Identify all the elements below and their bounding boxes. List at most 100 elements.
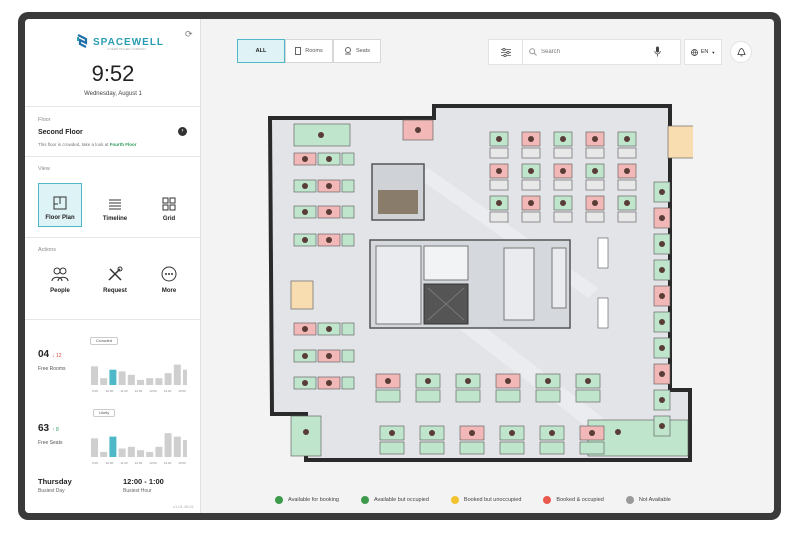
occupant-marker [624,136,630,142]
view-timeline-button[interactable]: Timeline [93,183,137,227]
seat[interactable] [455,389,481,403]
rooms-chart-svg: 9:00 10:00 11:00 12:00 13:00 14:00 15:00 [91,364,190,393]
seats-tick-label: 11:00 [120,461,128,465]
legend-swatch [625,496,634,504]
people-button[interactable]: People [40,266,80,294]
legend-item: Not Available [625,496,671,504]
desk[interactable] [553,211,573,223]
seat[interactable] [341,152,355,166]
actions-label: Actions [38,247,57,253]
desk[interactable] [617,179,637,191]
rooms-tick-label: 13:00 [149,389,157,393]
legend-swatch [275,496,283,504]
floor-section[interactable]: Floor Second Floor This floor is crowded… [25,107,201,157]
legend-item: Booked but unoccupied [450,496,521,504]
occupant-marker [385,378,391,384]
seat[interactable] [459,441,485,455]
seat[interactable] [379,441,405,455]
filter-button[interactable] [489,40,523,64]
occupant-marker [302,156,308,162]
table[interactable] [597,237,609,269]
tab-seats[interactable]: Seats [333,39,381,63]
desk[interactable] [617,211,637,223]
more-icon [161,266,177,282]
microphone-icon[interactable] [654,46,661,57]
occupant-marker [389,430,395,436]
occupant-marker [326,326,332,332]
desk[interactable] [585,179,605,191]
bell-icon [736,48,746,57]
seats-bar-chart: 9:00 10:00 11:00 12:00 13:00 14:00 15:00 [87,417,190,469]
desk[interactable] [585,211,605,223]
desk[interactable] [521,211,541,223]
more-button[interactable]: More [149,266,189,294]
seats-bar [118,448,126,457]
desk[interactable] [489,147,509,159]
seat[interactable] [495,389,521,403]
next-floor-icon[interactable]: › [178,127,187,136]
view-option-label: Timeline [102,216,128,222]
desk[interactable] [585,147,605,159]
seat[interactable] [341,205,355,219]
brand-tagline: A NEMETSCHEK COMPANY [107,47,147,51]
occupant-marker [318,132,324,138]
rooms-bar [109,369,117,385]
occupant-marker [585,378,591,384]
refresh-icon[interactable]: ⟳ [185,29,193,40]
seats-bar [109,436,117,457]
occupant-marker [659,241,665,247]
view-label: View [38,166,50,172]
filter-sliders-icon [500,47,511,57]
table[interactable] [597,297,609,329]
seat[interactable] [375,389,401,403]
view-floor-plan-button[interactable]: Floor Plan [38,183,82,227]
legend-item: Booked & occupied [543,496,604,504]
seat[interactable] [575,389,601,403]
seat[interactable] [539,441,565,455]
seat[interactable] [499,441,525,455]
seat[interactable] [415,389,441,403]
seat[interactable] [341,179,355,193]
busiest-day-value: Thursday [38,477,72,486]
occupant-marker [302,380,308,386]
occupant-marker [624,168,630,174]
free-seats-value: 63 ↑ 8 [38,423,59,434]
view-grid-button[interactable]: Grid [147,183,191,227]
rooms-bar [164,373,172,385]
meeting-room[interactable] [290,280,314,310]
desk[interactable] [553,147,573,159]
seat[interactable] [341,322,355,336]
tab-all[interactable]: ALL [237,39,285,63]
rooms-bar [183,369,190,385]
request-button[interactable]: Request [95,266,135,294]
occupant-marker [303,429,309,435]
notifications-button[interactable] [730,41,752,63]
tab-rooms[interactable]: Rooms [285,39,333,63]
alternate-floor-link[interactable]: Fourth Floor [110,142,137,147]
occupant-marker [505,378,511,384]
desk[interactable] [489,211,509,223]
meeting-room[interactable] [290,415,322,457]
search-input[interactable] [541,46,641,58]
seat[interactable] [341,349,355,363]
desk[interactable] [617,147,637,159]
occupant-marker [659,423,665,429]
meeting-room[interactable] [667,125,693,159]
desk[interactable] [521,179,541,191]
view-section: View Floor Plan Timeline Grid [25,157,201,238]
language-selector[interactable]: EN ▼ [684,39,722,65]
desk[interactable] [521,147,541,159]
seat[interactable] [341,376,355,390]
seats-tick-label: 10:00 [106,461,114,465]
seat[interactable] [579,441,605,455]
rooms-tag: Crowded [90,337,119,345]
brand-name: SPACEWELL [93,36,165,48]
desk[interactable] [553,179,573,191]
seat[interactable] [419,441,445,455]
seat[interactable] [535,389,561,403]
seat[interactable] [341,233,355,247]
legend-swatch [450,496,459,504]
desk[interactable] [489,179,509,191]
floor-plan-map[interactable] [258,98,693,464]
floor-note-text: This floor is crowded, take a look at [38,142,110,147]
